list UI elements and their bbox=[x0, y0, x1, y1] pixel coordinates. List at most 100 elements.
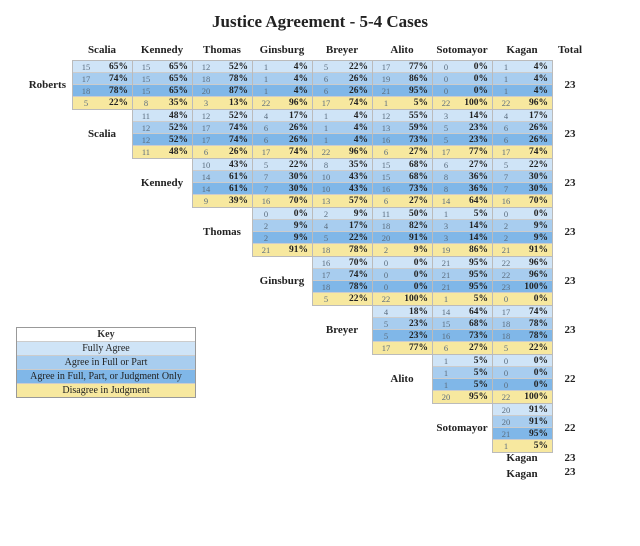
percent: 0% bbox=[279, 209, 312, 219]
total-breyer: 23 bbox=[552, 305, 588, 354]
col-head-thomas: Thomas bbox=[192, 42, 252, 60]
percent: 27% bbox=[399, 196, 432, 206]
row-head-ginsburg: Ginsburg bbox=[252, 256, 312, 305]
percent: 26% bbox=[279, 123, 312, 133]
cell-alito-sotomayor: 15%15%15%2095% bbox=[432, 354, 493, 404]
percent: 0% bbox=[519, 294, 552, 304]
count: 16 bbox=[253, 196, 279, 206]
cell-breyer-sotomayor: 1464%1568%1673%627% bbox=[432, 305, 493, 355]
cell-roberts-kagan: 14%14%14%2296% bbox=[492, 60, 553, 110]
total-thomas: 23 bbox=[552, 207, 588, 256]
count: 5 bbox=[433, 135, 459, 145]
col-head-alito: Alito bbox=[372, 42, 432, 60]
percent: 78% bbox=[339, 245, 372, 255]
count: 5 bbox=[73, 98, 99, 108]
count: 10 bbox=[193, 160, 219, 170]
percent: 48% bbox=[159, 111, 192, 121]
percent: 78% bbox=[219, 74, 252, 84]
count: 0 bbox=[433, 74, 459, 84]
cell-roberts-ginsburg: 14%14%14%2296% bbox=[252, 60, 313, 110]
percent: 61% bbox=[219, 172, 252, 182]
percent: 77% bbox=[399, 343, 432, 353]
count: 12 bbox=[133, 135, 159, 145]
percent: 4% bbox=[519, 86, 552, 96]
cell-alito-kagan: 00%00%00%22100% bbox=[492, 354, 553, 404]
percent: 74% bbox=[279, 147, 312, 157]
count: 1 bbox=[373, 98, 399, 108]
count: 20 bbox=[493, 405, 519, 415]
percent: 48% bbox=[159, 147, 192, 157]
percent: 78% bbox=[519, 319, 552, 329]
count: 1 bbox=[433, 294, 459, 304]
count: 5 bbox=[373, 319, 399, 329]
legend: KeyFully AgreeAgree in Full or PartAgree… bbox=[16, 327, 196, 398]
cell-kennedy-alito: 1568%1568%1673%627% bbox=[372, 158, 433, 208]
percent: 95% bbox=[459, 270, 492, 280]
count: 13 bbox=[373, 123, 399, 133]
percent: 96% bbox=[339, 147, 372, 157]
row-head-roberts: Roberts bbox=[12, 60, 72, 109]
percent: 65% bbox=[159, 62, 192, 72]
percent: 91% bbox=[519, 417, 552, 427]
count: 22 bbox=[253, 98, 279, 108]
percent: 39% bbox=[219, 196, 252, 206]
row-head-sotomayor: Sotomayor bbox=[432, 403, 492, 452]
percent: 100% bbox=[519, 282, 552, 292]
percent: 74% bbox=[519, 307, 552, 317]
percent: 91% bbox=[279, 245, 312, 255]
count: 3 bbox=[433, 233, 459, 243]
percent: 22% bbox=[339, 62, 372, 72]
count: 15 bbox=[433, 319, 459, 329]
col-head-scalia: Scalia bbox=[72, 42, 132, 60]
percent: 100% bbox=[519, 392, 552, 402]
percent: 30% bbox=[519, 172, 552, 182]
count: 21 bbox=[493, 429, 519, 439]
count: 8 bbox=[133, 98, 159, 108]
percent: 0% bbox=[399, 270, 432, 280]
cell-scalia-kennedy: 1148%1252%1252%1148% bbox=[132, 109, 193, 159]
count: 23 bbox=[493, 282, 519, 292]
cell-scalia-thomas: 1252%1774%1774%626% bbox=[192, 109, 253, 159]
percent: 52% bbox=[159, 123, 192, 133]
percent: 95% bbox=[459, 258, 492, 268]
percent: 30% bbox=[519, 184, 552, 194]
count: 1 bbox=[493, 86, 519, 96]
percent: 70% bbox=[519, 196, 552, 206]
count: 22 bbox=[493, 258, 519, 268]
count: 15 bbox=[373, 160, 399, 170]
count: 6 bbox=[313, 86, 339, 96]
percent: 30% bbox=[279, 172, 312, 182]
count: 1 bbox=[313, 135, 339, 145]
cell-thomas-alito: 1150%1882%2091%29% bbox=[372, 207, 433, 257]
count: 6 bbox=[493, 135, 519, 145]
count: 11 bbox=[133, 147, 159, 157]
percent: 74% bbox=[339, 98, 372, 108]
percent: 36% bbox=[459, 172, 492, 182]
percent: 95% bbox=[519, 429, 552, 439]
cell-breyer-kagan: 1774%1878%1878%522% bbox=[492, 305, 553, 355]
count: 18 bbox=[373, 221, 399, 231]
percent: 70% bbox=[339, 258, 372, 268]
percent: 5% bbox=[459, 368, 492, 378]
legend-row: Disagree in Judgment bbox=[17, 383, 195, 397]
cell-roberts-kennedy: 1565%1565%1565%835% bbox=[132, 60, 193, 110]
count: 2 bbox=[373, 245, 399, 255]
percent: 77% bbox=[399, 62, 432, 72]
count: 3 bbox=[433, 111, 459, 121]
percent: 35% bbox=[339, 160, 372, 170]
count: 5 bbox=[253, 160, 279, 170]
percent: 73% bbox=[399, 135, 432, 145]
count: 12 bbox=[193, 111, 219, 121]
percent: 18% bbox=[399, 307, 432, 317]
percent: 26% bbox=[339, 86, 372, 96]
percent: 64% bbox=[459, 196, 492, 206]
count: 1 bbox=[433, 356, 459, 366]
percent: 61% bbox=[219, 184, 252, 194]
count: 0 bbox=[253, 209, 279, 219]
count: 0 bbox=[493, 209, 519, 219]
percent: 30% bbox=[279, 184, 312, 194]
count: 6 bbox=[433, 343, 459, 353]
count: 6 bbox=[193, 147, 219, 157]
total-scalia: 23 bbox=[552, 109, 588, 158]
count: 22 bbox=[493, 98, 519, 108]
